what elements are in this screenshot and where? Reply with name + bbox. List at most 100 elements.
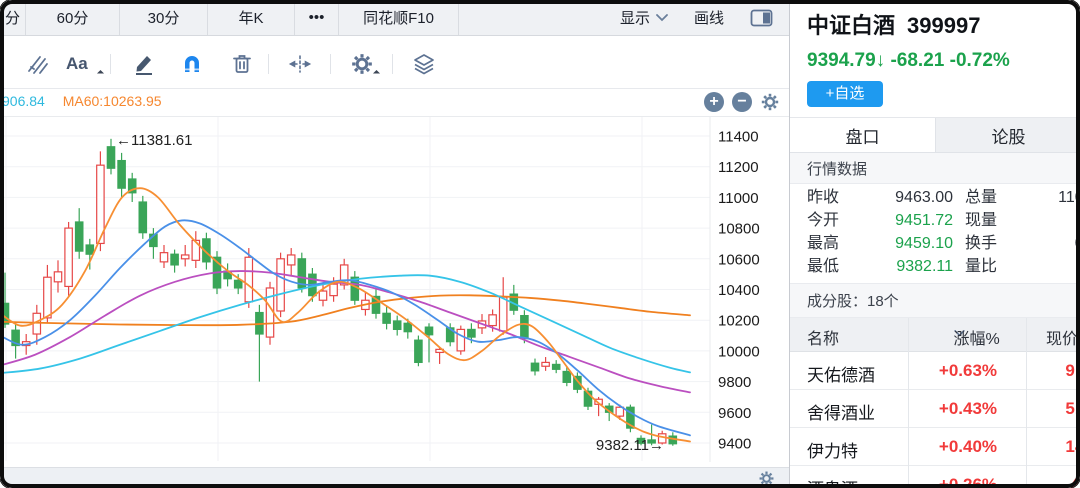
stock-row-price: 51. [1027, 399, 1080, 419]
stock-app-window: 分 60分 30分 年K ••• 同花顺F10 显示 画线 A [0, 0, 1080, 488]
candle-body [563, 371, 570, 382]
stock-row-price: 42 [1027, 475, 1080, 488]
quote-section-header: 行情数据 [790, 153, 1080, 184]
trend-lines-icon[interactable] [26, 52, 50, 76]
drawline-button[interactable]: 画线 [694, 7, 724, 28]
components-table-header: 名称 涨幅% 现价 [790, 318, 1080, 352]
y-axis-tick: 10800 [718, 221, 760, 238]
candle-body [415, 340, 422, 362]
drawing-toolbar: Aa [0, 37, 789, 89]
trash-icon[interactable] [230, 52, 254, 76]
col-header-name: 名称 [807, 325, 839, 349]
tab-60min[interactable]: 60分 [26, 0, 120, 35]
tab-year-k[interactable]: 年K [208, 0, 295, 35]
y-axis-tick: 10400 [718, 282, 760, 299]
quote-value: 1 [1023, 210, 1080, 232]
candle-body [489, 315, 496, 326]
zoom-out-button[interactable]: − [732, 92, 752, 112]
layers-icon[interactable] [412, 52, 436, 76]
candle-body [531, 363, 538, 371]
stock-row-pct: +0.40% [909, 437, 1027, 457]
dropdown-corner [97, 70, 104, 77]
display-menu[interactable]: 显示 [620, 7, 668, 28]
candle-body [330, 284, 337, 296]
quote-row: 最低 9382.11 量比 1 [807, 256, 1080, 278]
components-header: 成分股：18个 [790, 283, 1080, 318]
chevron-down-icon [656, 14, 668, 22]
quote-value: 110.7 [1023, 187, 1080, 209]
candle-body [139, 202, 146, 233]
candle-body [160, 253, 167, 262]
chart-footer-strip [0, 467, 789, 488]
column-divider [908, 318, 909, 488]
text-tool-icon[interactable]: Aa [66, 52, 98, 76]
ma30-value-label: 906.84 [2, 93, 45, 109]
candlestick-plot[interactable]: 1140011200110001080010600104001020010000… [0, 89, 789, 467]
candle-body [288, 255, 295, 265]
candle-body [76, 222, 83, 251]
panel-toggle-icon[interactable] [750, 9, 773, 27]
add-watchlist-button[interactable]: +自选 [807, 81, 883, 107]
high-annotation: ←11381.61 [116, 132, 192, 149]
stock-price-line: 9394.79↓ -68.21 -0.72% [807, 50, 1010, 72]
component-stock-row[interactable]: 酒鬼酒 +0.26% 42 [790, 466, 1080, 488]
candle-body [65, 228, 72, 286]
split-compare-icon[interactable] [288, 52, 312, 76]
pencil-icon[interactable] [132, 52, 156, 76]
stock-row-pct: +0.26% [909, 475, 1027, 488]
dropdown-corner [373, 70, 380, 77]
candle-body [383, 313, 390, 323]
component-stock-row[interactable]: 舍得酒业 +0.43% 51. [790, 390, 1080, 428]
y-axis-tick: 11400 [718, 129, 759, 146]
price-change: -68.21 [890, 50, 944, 71]
tab-more-periods[interactable]: ••• [295, 0, 339, 35]
tab-order-book[interactable]: 盘口 [790, 118, 935, 152]
col-header-price: 现价 [1046, 325, 1078, 349]
magnet-icon[interactable] [180, 52, 204, 76]
y-axis-tick: 9600 [718, 405, 751, 422]
quote-label: 最高 [807, 233, 839, 255]
tab-30min[interactable]: 30分 [120, 0, 208, 35]
stock-row-pct: +0.43% [909, 399, 1027, 419]
ma-value-labels: 906.84 MA60:10263.95 [2, 93, 162, 109]
components-count-label: 成分股：18个 [807, 290, 899, 311]
panel-tab-bar: 盘口 论股 [790, 117, 1080, 153]
toolbar-separator [392, 54, 393, 74]
price-change-pct: -0.72% [950, 50, 1010, 71]
chart-settings-gear-icon[interactable] [760, 92, 780, 112]
tab-discussion[interactable]: 论股 [935, 118, 1080, 152]
stock-title: 中证白酒399997 [807, 8, 980, 40]
candle-body [107, 147, 114, 168]
candle-body [542, 362, 549, 366]
component-stock-row[interactable]: 伊力特 +0.40% 14. [790, 428, 1080, 466]
quote-value: 1 [1023, 256, 1080, 278]
stock-row-price: 9.5 [1027, 361, 1080, 381]
tab-period-partial[interactable]: 分 [0, 0, 26, 35]
quote-row: 今开 9451.72 现量 1 [807, 210, 1080, 232]
candle-body [319, 291, 326, 300]
quote-row: 最高 9459.10 换手 0.6 [807, 233, 1080, 255]
tab-ths-f10[interactable]: 同花顺F10 [339, 0, 459, 35]
candle-body [235, 280, 242, 288]
stock-row-name: 天佑德酒 [807, 361, 875, 386]
y-axis-tick: 9800 [718, 374, 751, 391]
y-axis-tick: 10600 [718, 251, 760, 268]
quote-label: 今开 [807, 210, 839, 232]
quote-value: 9463.00 [865, 187, 953, 209]
candle-body [404, 323, 411, 331]
kline-chart[interactable]: 906.84 MA60:10263.95 + − 114001120011000… [0, 89, 789, 467]
candle-body [521, 316, 528, 339]
col-header-pct[interactable]: 涨幅% [909, 325, 1009, 343]
column-divider [1026, 318, 1027, 488]
component-stock-row[interactable]: 天佑德酒 +0.63% 9.5 [790, 352, 1080, 390]
stock-row-name: 舍得酒业 [807, 399, 875, 424]
candles [1, 139, 676, 446]
footer-settings-gear-icon[interactable] [758, 470, 775, 487]
candle-body [457, 329, 464, 350]
settings-gear-icon[interactable] [350, 52, 374, 76]
candle-body [468, 329, 475, 337]
stock-name-label: 中证白酒 [807, 13, 895, 38]
quote-value: 9451.72 [865, 210, 953, 232]
zoom-in-button[interactable]: + [704, 92, 724, 112]
y-axis-tick: 10000 [718, 343, 760, 360]
